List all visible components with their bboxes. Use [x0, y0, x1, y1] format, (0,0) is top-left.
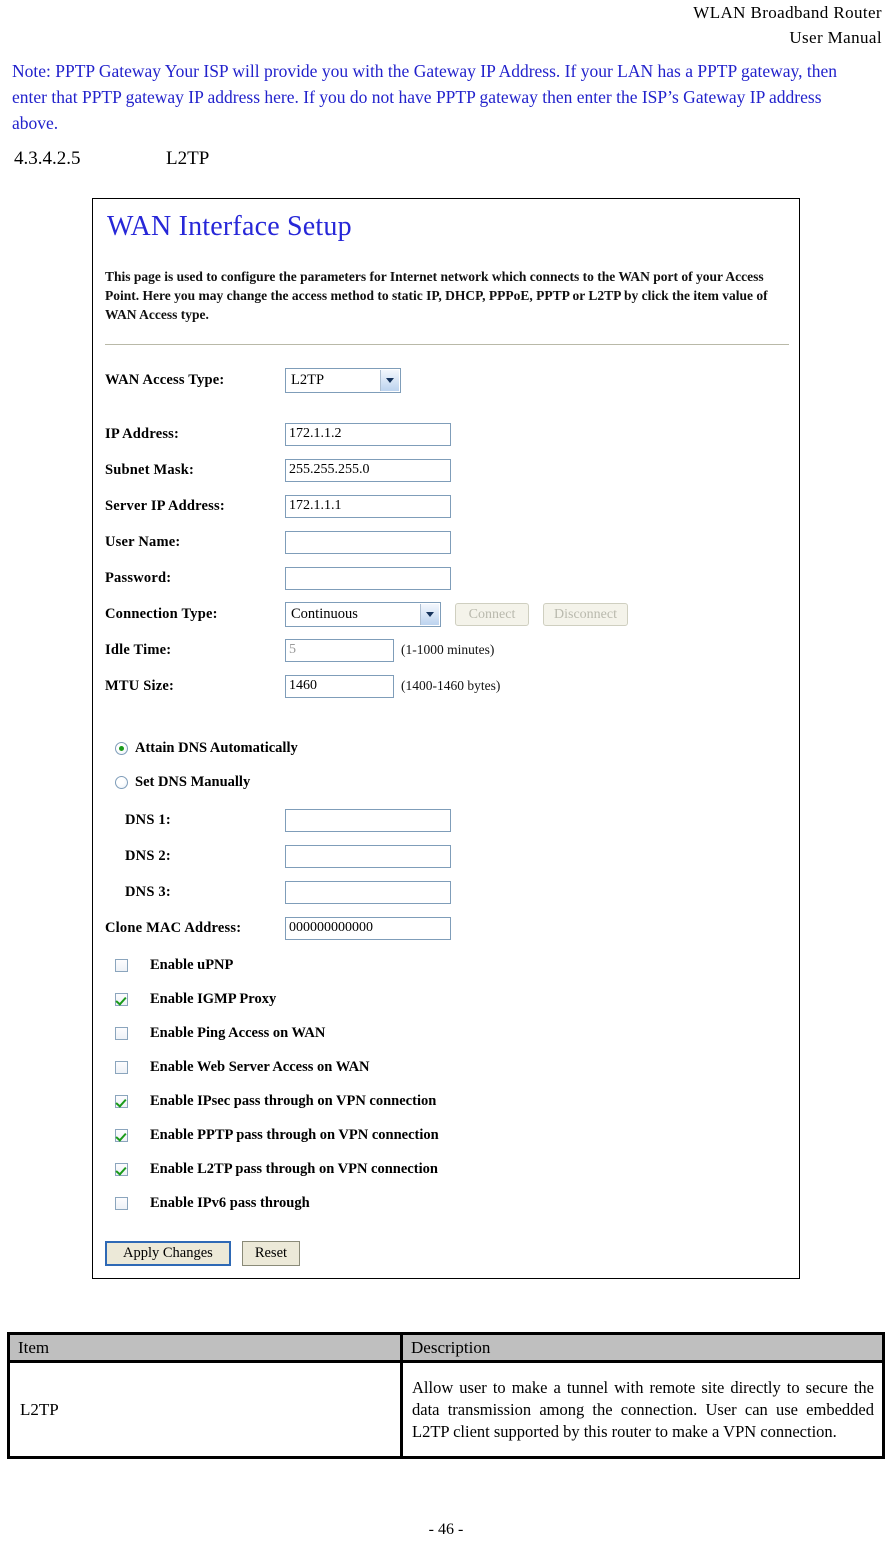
field-row-dns2: DNS 2:: [125, 843, 451, 869]
checkbox-row-enable-l2tp-pass-through[interactable]: Enable L2TP pass through on VPN connecti…: [115, 1158, 438, 1180]
checkbox-row-enable-ipv6-pass-through[interactable]: Enable IPv6 pass through: [115, 1192, 310, 1214]
subnet-mask-input[interactable]: [285, 458, 451, 482]
idle-time-input[interactable]: [285, 638, 394, 662]
checkbox-icon-unchecked[interactable]: [115, 958, 128, 972]
checkbox-icon-checked[interactable]: [115, 1162, 128, 1176]
password-label: Password:: [105, 569, 172, 586]
description-table: Item Description L2TP Allow user to make…: [7, 1332, 885, 1459]
chevron-down-icon[interactable]: [420, 603, 439, 625]
wan-interface-setup-panel: WAN Interface Setup This page is used to…: [92, 198, 800, 1279]
dns1-label: DNS 1:: [125, 811, 171, 828]
user-name-label: User Name:: [105, 533, 181, 550]
field-row-password: Password:: [105, 565, 451, 591]
enable-l2tp-pass-through-label: Enable L2TP pass through on VPN connecti…: [150, 1160, 438, 1177]
table-row: L2TP Allow user to make a tunnel with re…: [7, 1360, 885, 1459]
ip-address-label: IP Address:: [105, 425, 180, 442]
password-input[interactable]: [285, 566, 451, 590]
checkbox-icon-checked[interactable]: [115, 1128, 128, 1142]
pptp-gateway-note: Note: PPTP Gateway Your ISP will provide…: [12, 61, 838, 133]
reset-button[interactable]: Reset: [241, 1241, 301, 1266]
checkbox-icon-unchecked[interactable]: [115, 1026, 128, 1040]
divider: [105, 344, 789, 345]
table-header-row: Item Description: [7, 1332, 885, 1363]
idle-time-hint: (1-1000 minutes): [401, 642, 495, 657]
chevron-down-icon[interactable]: [380, 369, 399, 391]
checkbox-icon-unchecked[interactable]: [115, 1196, 128, 1210]
field-row-dns3: DNS 3:: [125, 879, 451, 905]
field-row-wan-access-type: WAN Access Type: L2TP: [105, 367, 401, 393]
connection-type-value: Continuous: [291, 605, 358, 622]
checkbox-row-enable-web-server-access-on-wan[interactable]: Enable Web Server Access on WAN: [115, 1056, 370, 1078]
table-header-description: Description: [400, 1332, 885, 1363]
attain-dns-automatically-label: Attain DNS Automatically: [135, 739, 298, 756]
connect-button[interactable]: Connect: [455, 602, 529, 626]
checkbox-icon-unchecked[interactable]: [115, 1060, 128, 1074]
wan-access-type-value: L2TP: [291, 371, 325, 388]
mtu-size-label: MTU Size:: [105, 677, 175, 694]
radio-set-dns-manually[interactable]: Set DNS Manually: [115, 771, 250, 793]
wan-access-type-label: WAN Access Type:: [105, 371, 225, 388]
set-dns-manually-label: Set DNS Manually: [135, 773, 251, 790]
radio-icon-selected[interactable]: [115, 741, 128, 755]
clone-mac-address-input[interactable]: [285, 916, 451, 940]
page-footer: - 46 -: [428, 1521, 464, 1538]
connection-type-label: Connection Type:: [105, 605, 218, 622]
section-number: 4.3.4.2.5: [14, 148, 81, 169]
user-name-input[interactable]: [285, 530, 451, 554]
field-row-clone-mac-address: Clone MAC Address:: [105, 915, 451, 941]
field-row-connection-type: Connection Type: Continuous Connect Disc…: [105, 601, 628, 627]
subnet-mask-label: Subnet Mask:: [105, 461, 195, 478]
enable-ipsec-pass-through-label: Enable IPsec pass through on VPN connect…: [150, 1092, 437, 1109]
page-description: This page is used to configure the param…: [105, 269, 768, 322]
clone-mac-address-label: Clone MAC Address:: [105, 919, 242, 936]
field-row-dns1: DNS 1:: [125, 807, 451, 833]
mtu-size-hint: (1400-1460 bytes): [401, 678, 501, 693]
dns3-input[interactable]: [285, 880, 451, 904]
section-title: L2TP: [166, 148, 210, 169]
wan-access-type-select[interactable]: L2TP: [285, 367, 401, 393]
table-header-item: Item: [7, 1332, 403, 1363]
radio-attain-dns-automatically[interactable]: Attain DNS Automatically: [115, 737, 298, 759]
checkbox-row-enable-pptp-pass-through[interactable]: Enable PPTP pass through on VPN connecti…: [115, 1124, 439, 1146]
checkbox-icon-checked[interactable]: [115, 992, 128, 1006]
field-row-mtu-size: MTU Size: (1400-1460 bytes): [105, 673, 500, 699]
table-cell-description: Allow user to make a tunnel with remote …: [400, 1360, 885, 1459]
radio-icon-unselected[interactable]: [115, 775, 128, 789]
server-ip-address-input[interactable]: [285, 494, 451, 518]
field-row-subnet-mask: Subnet Mask:: [105, 457, 451, 483]
disconnect-button[interactable]: Disconnect: [543, 602, 628, 626]
apply-changes-button[interactable]: Apply Changes: [105, 1241, 231, 1266]
checkbox-row-enable-igmp-proxy[interactable]: Enable IGMP Proxy: [115, 988, 276, 1010]
enable-upnp-label: Enable uPNP: [150, 956, 234, 973]
checkbox-row-enable-ipsec-pass-through[interactable]: Enable IPsec pass through on VPN connect…: [115, 1090, 436, 1112]
field-row-ip-address: IP Address:: [105, 421, 451, 447]
section-heading: 4.3.4.2.5 L2TP: [14, 148, 209, 170]
idle-time-label: Idle Time:: [105, 641, 172, 658]
running-head: WLAN Broadband Router User Manual: [462, 0, 882, 50]
mtu-size-input[interactable]: [285, 674, 394, 698]
checkbox-row-enable-ping-access-on-wan[interactable]: Enable Ping Access on WAN: [115, 1022, 325, 1044]
field-row-user-name: User Name:: [105, 529, 451, 555]
dns2-label: DNS 2:: [125, 847, 171, 864]
enable-pptp-pass-through-label: Enable PPTP pass through on VPN connecti…: [150, 1126, 439, 1143]
enable-igmp-proxy-label: Enable IGMP Proxy: [150, 990, 277, 1007]
ip-address-input[interactable]: [285, 422, 451, 446]
table-cell-item: L2TP: [7, 1360, 403, 1459]
field-row-idle-time: Idle Time: (1-1000 minutes): [105, 637, 494, 663]
dns1-input[interactable]: [285, 808, 451, 832]
server-ip-address-label: Server IP Address:: [105, 497, 225, 514]
field-row-server-ip-address: Server IP Address:: [105, 493, 451, 519]
enable-ipv6-pass-through-label: Enable IPv6 pass through: [150, 1194, 310, 1211]
checkbox-row-enable-upnp[interactable]: Enable uPNP: [115, 954, 233, 976]
dns2-input[interactable]: [285, 844, 451, 868]
checkbox-icon-checked[interactable]: [115, 1094, 128, 1108]
dns3-label: DNS 3:: [125, 883, 171, 900]
connection-type-select[interactable]: Continuous: [285, 601, 441, 627]
running-head-line2: User Manual: [789, 28, 882, 47]
enable-ping-access-on-wan-label: Enable Ping Access on WAN: [150, 1024, 326, 1041]
running-head-line1: WLAN Broadband Router: [693, 3, 882, 22]
enable-web-server-access-on-wan-label: Enable Web Server Access on WAN: [150, 1058, 370, 1075]
action-buttons: Apply Changes Reset: [105, 1241, 301, 1266]
page-title: WAN Interface Setup: [107, 211, 352, 242]
